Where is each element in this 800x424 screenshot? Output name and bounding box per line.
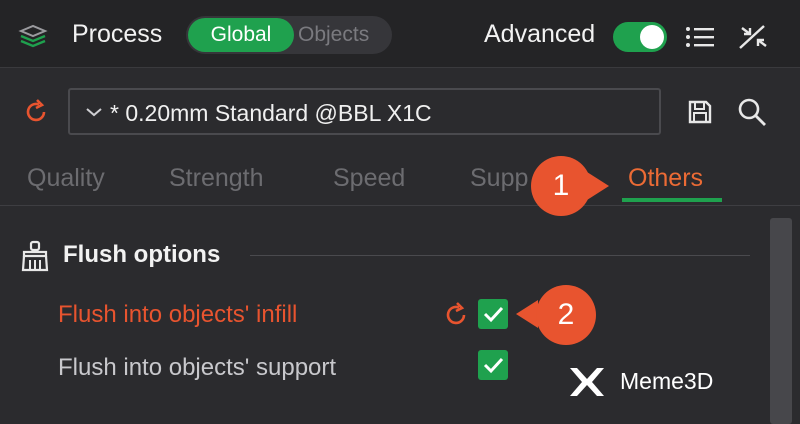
reset-icon[interactable] xyxy=(22,98,50,126)
brand-name: Meme3D xyxy=(620,368,714,394)
preset-dropdown[interactable]: * 0.20mm Standard @BBL X1C xyxy=(68,88,661,135)
flush-support-label: Flush into objects' support xyxy=(58,354,337,381)
list-icon[interactable] xyxy=(684,24,716,50)
chevron-down-icon xyxy=(86,108,102,117)
scrollbar[interactable] xyxy=(770,218,792,424)
save-icon[interactable] xyxy=(686,98,714,126)
layers-icon xyxy=(18,24,48,48)
flush-infill-label: Flush into objects' infill xyxy=(58,301,298,328)
process-header: Process Global Objects Advanced xyxy=(0,0,800,68)
tab-speed[interactable]: Speed xyxy=(333,164,405,193)
check-icon xyxy=(483,357,504,374)
tab-strength[interactable]: Strength xyxy=(169,164,264,193)
reset-icon[interactable] xyxy=(442,301,470,329)
objects-tab-button[interactable]: Objects xyxy=(298,18,390,52)
callout-1: 1 xyxy=(531,156,591,216)
callout-2-pointer xyxy=(516,300,538,328)
tab-support[interactable]: Supp xyxy=(470,164,528,193)
flush-infill-checkbox[interactable] xyxy=(478,299,508,329)
tabs-divider xyxy=(0,205,800,206)
advanced-label: Advanced xyxy=(484,20,596,48)
process-title: Process xyxy=(72,20,163,48)
preset-name: * 0.20mm Standard @BBL X1C xyxy=(110,100,432,126)
active-tab-indicator xyxy=(622,198,722,202)
callout-1-pointer xyxy=(587,172,609,200)
flush-support-checkbox[interactable] xyxy=(478,350,508,380)
search-icon[interactable] xyxy=(736,96,768,128)
collapse-icon[interactable] xyxy=(736,22,770,52)
global-objects-switch: Global Objects xyxy=(186,16,392,54)
advanced-toggle[interactable] xyxy=(613,22,667,52)
toggle-knob xyxy=(640,25,664,49)
section-divider xyxy=(250,255,750,256)
global-tab-button[interactable]: Global xyxy=(188,18,294,52)
broom-icon xyxy=(21,240,49,272)
meme3d-logo-icon xyxy=(570,368,604,396)
callout-2: 2 xyxy=(536,285,596,345)
section-title: Flush options xyxy=(63,241,221,268)
check-icon xyxy=(483,306,504,323)
tab-quality[interactable]: Quality xyxy=(27,164,105,193)
tab-others[interactable]: Others xyxy=(628,164,703,193)
